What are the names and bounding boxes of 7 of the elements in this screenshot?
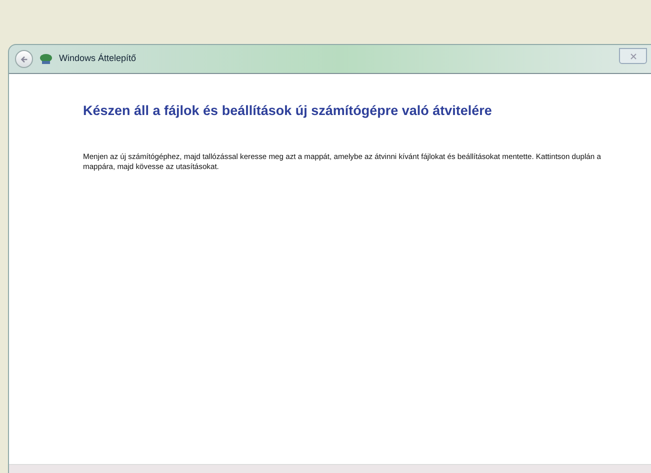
page-heading: Készen áll a fájlok és beállítások új számítógépre való átvitelére [83,102,493,120]
close-button[interactable] [619,48,647,64]
window-title: Windows Áttelepítő [59,52,136,66]
back-button[interactable] [15,50,33,68]
app-icon [39,53,53,65]
close-icon [630,52,636,60]
back-arrow-icon [20,54,28,64]
